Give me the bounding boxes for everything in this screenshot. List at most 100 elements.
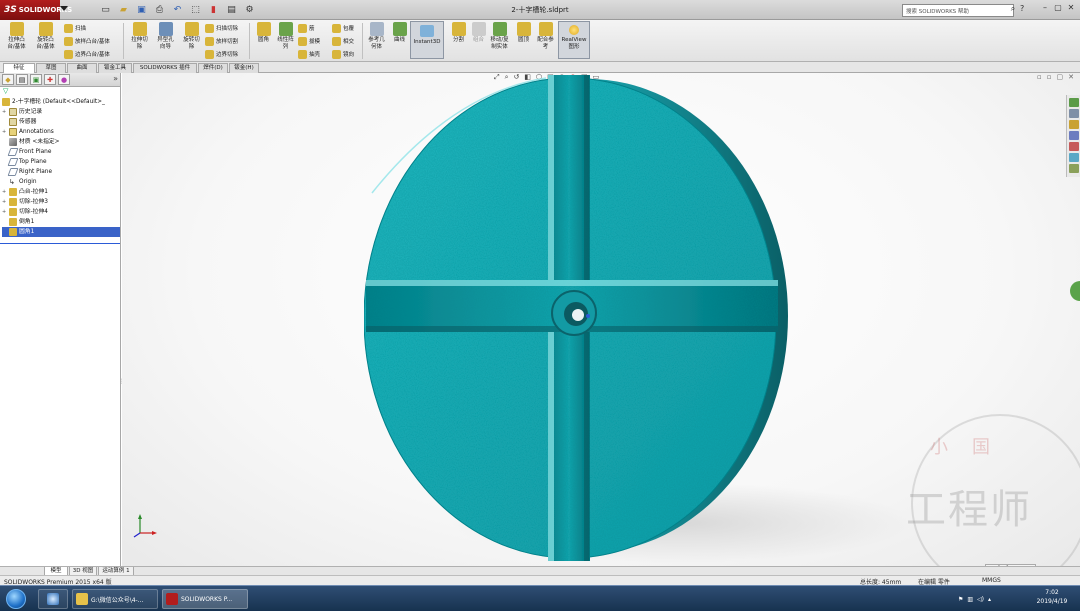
tray-network-icon[interactable]: ▥ bbox=[967, 596, 973, 603]
expand-panel-icon[interactable]: » bbox=[113, 74, 118, 85]
units-selector[interactable]: MMGS bbox=[982, 577, 1001, 584]
center-hole bbox=[572, 309, 584, 321]
maximize-icon[interactable]: ▢ bbox=[1053, 3, 1063, 15]
draft-button[interactable]: 拔模 bbox=[298, 35, 320, 47]
indent-label: 圆顶 bbox=[517, 37, 529, 43]
tab-sheetmetal[interactable]: 钣金(H) bbox=[229, 63, 259, 73]
start-button[interactable] bbox=[6, 589, 26, 609]
configurationmanager-tab-icon[interactable]: ▣ bbox=[30, 74, 42, 85]
tree-item-history[interactable]: + 历史记录 bbox=[2, 107, 120, 117]
tree-item-annotations[interactable]: + Annotations bbox=[2, 127, 120, 137]
graphics-area[interactable]: ⤢ ⌕ ↺ ◧ ⬡ ◪ ◉ ● ▣ ▭ ▫ ▫ ▢ ✕ bbox=[122, 73, 1080, 568]
wrap-button[interactable]: 包覆 bbox=[332, 22, 354, 34]
tab-sheetmetal-tools[interactable]: 钣金工具 bbox=[98, 63, 132, 73]
tree-root-label: 2-十字槽轮 (Default<<Default>_ bbox=[12, 99, 105, 105]
expand-icon[interactable]: + bbox=[2, 107, 7, 117]
tree-root[interactable]: 2-十字槽轮 (Default<<Default>_ bbox=[2, 97, 120, 107]
funnel-icon[interactable]: ▽ bbox=[0, 87, 120, 97]
tab-weldments[interactable]: 焊件(D) bbox=[198, 63, 228, 73]
swept-cut-icon bbox=[205, 23, 214, 33]
taskbar-app-explorer[interactable]: G:\微信公众号\4-... bbox=[72, 589, 158, 609]
tray-show-hidden-icon[interactable]: ▴ bbox=[988, 596, 991, 603]
tab-features[interactable]: 特征 bbox=[3, 63, 35, 73]
extrude-cut-button[interactable]: 拉伸切 除 bbox=[127, 22, 152, 51]
swept-cut-button[interactable]: 扫描切除 bbox=[205, 22, 238, 34]
mirror-button[interactable]: 镜向 bbox=[332, 48, 354, 60]
close-icon[interactable]: ✕ bbox=[1066, 3, 1076, 15]
cut-extrude-icon bbox=[9, 198, 17, 206]
solidworks-icon bbox=[166, 593, 178, 605]
move-copy-body-button[interactable]: 移动/复 制实体 bbox=[487, 22, 512, 51]
boundary-boss-button[interactable]: 边界凸台/基体 bbox=[64, 48, 110, 60]
taskbar-app-solidworks[interactable]: SOLIDWORKS P... bbox=[162, 589, 248, 609]
separator bbox=[123, 23, 124, 59]
lofted-cut-button[interactable]: 放样切割 bbox=[205, 35, 238, 47]
watermark-small: 小国 bbox=[930, 437, 1014, 458]
annotations-icon bbox=[9, 128, 17, 136]
ref-geometry-button[interactable]: 参考几 何体 bbox=[364, 22, 389, 51]
propertymanager-tab-icon[interactable]: ▤ bbox=[16, 74, 28, 85]
tree-item-right-plane[interactable]: Right Plane bbox=[2, 167, 120, 177]
tab-sketch[interactable]: 草图 bbox=[36, 63, 66, 73]
tree-item-material[interactable]: 材质 <未指定> bbox=[2, 137, 120, 147]
mate-reference-button[interactable]: 配合参 考 bbox=[533, 22, 558, 51]
loft-icon bbox=[64, 36, 73, 46]
tray-volume-icon[interactable]: ◁) bbox=[977, 596, 984, 603]
hole-wizard-button[interactable]: 异型孔 向导 bbox=[153, 22, 178, 51]
loft-boss-button[interactable]: 放样凸台/基体 bbox=[64, 35, 110, 47]
extrude-boss-button[interactable]: 拉伸凸 台/基体 bbox=[4, 22, 29, 51]
tree-item-top-plane[interactable]: Top Plane bbox=[2, 157, 120, 167]
intersect-button[interactable]: 相交 bbox=[332, 35, 354, 47]
expand-icon[interactable]: + bbox=[2, 127, 7, 137]
tree-item-label: 传感器 bbox=[19, 119, 37, 125]
curves-button[interactable]: 曲线 bbox=[387, 22, 412, 44]
tree-item-cut-extrude4[interactable]: + 切除-拉伸4 bbox=[2, 207, 120, 217]
taskbar-app-label: SOLIDWORKS P... bbox=[181, 595, 233, 603]
taskbar-app-browser[interactable] bbox=[38, 589, 68, 609]
loft-boss-label: 放样凸台/基体 bbox=[75, 39, 110, 45]
linear-pattern-label: 线性阵 列 bbox=[277, 37, 294, 50]
feature-tree: 2-十字槽轮 (Default<<Default>_ + 历史记录 传感器 + … bbox=[0, 97, 120, 237]
revolve-boss-icon bbox=[38, 22, 53, 36]
tree-item-cut-extrude3[interactable]: + 切除-拉伸3 bbox=[2, 197, 120, 207]
tree-item-sensors[interactable]: 传感器 bbox=[2, 117, 120, 127]
rollback-bar[interactable] bbox=[0, 243, 120, 244]
expand-icon[interactable]: + bbox=[2, 197, 7, 207]
revolve-cut-button[interactable]: 旋转切 除 bbox=[179, 22, 204, 51]
tree-item-chamfer1[interactable]: 倒角1 bbox=[2, 217, 120, 227]
tree-item-label: Front Plane bbox=[19, 149, 52, 155]
panel-tabs: ◆ ▤ ▣ ✚ ● » bbox=[0, 73, 120, 87]
help-search-input[interactable]: 搜索 SOLIDWORKS 帮助 bbox=[902, 4, 1014, 17]
sweep-label: 扫描 bbox=[75, 26, 87, 32]
boundary-icon bbox=[64, 49, 73, 59]
mate-reference-label: 配合参 考 bbox=[537, 37, 554, 50]
dimxpert-tab-icon[interactable]: ✚ bbox=[44, 74, 56, 85]
linear-pattern-button[interactable]: 线性阵 列 bbox=[273, 22, 298, 51]
realview-button[interactable]: RealView 图形 bbox=[558, 21, 590, 59]
featuremanager-tab-icon[interactable]: ◆ bbox=[2, 74, 14, 85]
instant3d-button[interactable]: Instant3D bbox=[410, 21, 444, 59]
tree-item-label: 切除-拉伸3 bbox=[19, 199, 48, 205]
command-tabs: 特征 草图 曲面 钣金工具 SOLIDWORKS 插件 焊件(D) 钣金(H) bbox=[0, 62, 1080, 73]
rib-button[interactable]: 筋 bbox=[298, 22, 315, 34]
search-icon[interactable]: ⌕ bbox=[1008, 4, 1018, 17]
expand-icon[interactable]: + bbox=[2, 207, 7, 217]
tree-item-fillet1[interactable]: 圆角1 bbox=[2, 227, 120, 237]
help-icon[interactable]: ? bbox=[1020, 4, 1024, 13]
minimize-icon[interactable]: – bbox=[1040, 3, 1050, 15]
draft-icon bbox=[298, 36, 307, 46]
expand-icon[interactable]: + bbox=[2, 187, 7, 197]
tray-flag-icon[interactable]: ⚑ bbox=[958, 596, 963, 603]
tree-item-front-plane[interactable]: Front Plane bbox=[2, 147, 120, 157]
boundary-cut-button[interactable]: 边界切除 bbox=[205, 48, 238, 60]
sweep-button[interactable]: 扫描 bbox=[64, 22, 86, 34]
tree-item-boss-extrude1[interactable]: + 凸台-拉伸1 bbox=[2, 187, 120, 197]
clock-date: 2019/4/19 bbox=[1036, 598, 1068, 605]
shell-button[interactable]: 抽壳 bbox=[298, 48, 320, 60]
tab-surfaces[interactable]: 曲面 bbox=[67, 63, 97, 73]
taskbar-clock[interactable]: 7:02 2019/4/19 bbox=[1028, 588, 1076, 606]
display-manager-tab-icon[interactable]: ● bbox=[58, 74, 70, 85]
revolve-boss-button[interactable]: 旋转凸 台/基体 bbox=[33, 22, 58, 51]
tab-solidworks-addins[interactable]: SOLIDWORKS 插件 bbox=[133, 63, 197, 73]
tree-item-origin[interactable]: ↳ Origin bbox=[2, 177, 120, 187]
